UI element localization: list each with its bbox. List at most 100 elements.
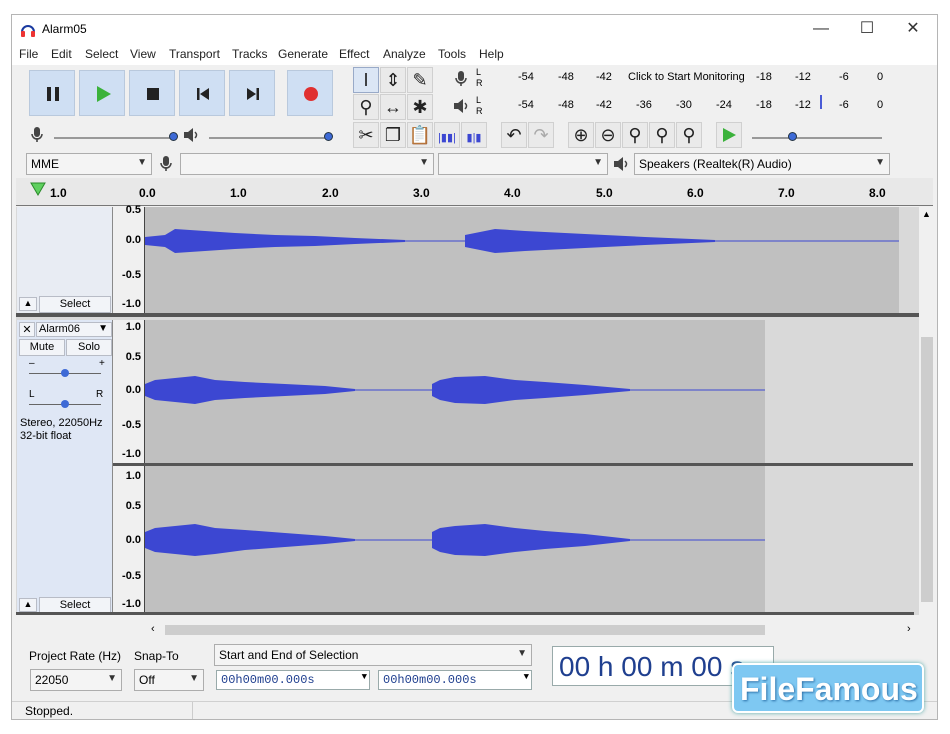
menu-generate[interactable]: Generate: [278, 47, 328, 61]
menu-analyze[interactable]: Analyze: [383, 47, 426, 61]
meter-l-label: L: [476, 67, 482, 77]
collapse-track-button[interactable]: ▲: [19, 598, 37, 612]
record-button[interactable]: [287, 70, 333, 116]
maximize-button[interactable]: ☐: [844, 15, 890, 44]
menu-tools[interactable]: Tools: [438, 47, 466, 61]
play-speed-slider[interactable]: [752, 137, 882, 139]
menu-transport[interactable]: Transport: [169, 47, 220, 61]
redo-button[interactable]: ↷: [528, 122, 554, 148]
zoom-in-button[interactable]: ⊕: [568, 122, 594, 148]
chevron-down-icon: ▼: [107, 673, 117, 684]
scroll-right-icon[interactable]: ›: [907, 623, 911, 635]
horizontal-scrollbar[interactable]: ‹ ›: [145, 622, 920, 638]
scroll-left-icon[interactable]: ‹: [151, 623, 155, 635]
track2-right-waveform[interactable]: [145, 466, 765, 612]
draw-tool[interactable]: ✎: [407, 67, 433, 93]
recording-volume-thumb[interactable]: [169, 132, 178, 141]
chevron-down-icon: ▼: [419, 157, 429, 168]
playback-meter[interactable]: -54 -48 -42 -36 -30 -24 -18 -12 -6 0: [484, 95, 889, 117]
scroll-up-icon[interactable]: ▲: [922, 209, 931, 219]
play-at-speed-button[interactable]: [716, 122, 742, 148]
recording-device-dropdown[interactable]: ▼: [180, 153, 434, 175]
play-speed-thumb[interactable]: [788, 132, 797, 141]
recording-channels-dropdown[interactable]: ▼: [438, 153, 608, 175]
zoom-tool[interactable]: ⚲: [353, 94, 379, 120]
horizontal-scroll-thumb[interactable]: [165, 625, 765, 635]
vertical-scroll-thumb[interactable]: [921, 337, 933, 602]
multi-tool[interactable]: ✱: [407, 94, 433, 120]
undo-button[interactable]: ↶: [501, 122, 527, 148]
skip-to-start-button[interactable]: [179, 70, 225, 116]
pan-left-label: L: [29, 389, 35, 400]
triangle-up-icon: ▲: [23, 298, 33, 308]
track1-control-panel[interactable]: ▲ Select: [17, 207, 113, 314]
menu-help[interactable]: Help: [479, 47, 504, 61]
track2-control-panel[interactable]: ✕ Alarm06 ▼ Mute Solo – + L R Stereo, 22…: [17, 320, 113, 614]
vertical-scrollbar[interactable]: ▲: [919, 207, 935, 615]
double-arrow-icon: ↔: [384, 97, 402, 117]
snap-to-dropdown[interactable]: Off ▼: [134, 669, 204, 691]
track-name-menu[interactable]: Alarm06 ▼: [36, 322, 112, 337]
play-button[interactable]: [79, 70, 125, 116]
menu-effect[interactable]: Effect: [339, 47, 369, 61]
chevron-down-icon: ▼: [98, 323, 108, 334]
play-tick: -30: [676, 99, 692, 111]
record-meter-mic-icon[interactable]: [452, 69, 470, 89]
record-meter[interactable]: -54 -48 -42 Click to Start Monitoring -1…: [484, 67, 889, 89]
menu-select[interactable]: Select: [85, 47, 118, 61]
track1-select-button[interactable]: Select: [39, 296, 111, 313]
menu-file[interactable]: File: [19, 47, 38, 61]
menu-edit[interactable]: Edit: [51, 47, 72, 61]
selection-tool[interactable]: I: [353, 67, 379, 93]
playback-volume-slider[interactable]: [209, 137, 329, 139]
menu-tracks[interactable]: Tracks: [232, 47, 268, 61]
selection-start-time[interactable]: 00h00m00.000s ▼: [216, 670, 370, 690]
scale-label: 0.0: [125, 234, 141, 246]
silence-button[interactable]: ▮|▮: [461, 122, 487, 148]
skip-to-end-button[interactable]: [229, 70, 275, 116]
selection-end-time[interactable]: 00h00m00.000s ▼: [378, 670, 532, 690]
playback-volume-thumb[interactable]: [324, 132, 333, 141]
envelope-tool[interactable]: ⇕: [380, 67, 406, 93]
paste-icon: 📋: [408, 125, 432, 145]
close-track-button[interactable]: ✕: [19, 322, 35, 337]
trim-button[interactable]: |▮▮|: [434, 122, 460, 148]
gain-plus-label: +: [99, 358, 105, 369]
stop-button[interactable]: [129, 70, 175, 116]
playback-device-dropdown[interactable]: Speakers (Realtek(R) Audio) ▼: [634, 153, 890, 175]
click-to-start-monitoring[interactable]: Click to Start Monitoring: [628, 71, 745, 83]
solo-button[interactable]: Solo: [66, 339, 112, 356]
pause-button[interactable]: [29, 70, 75, 116]
zoom-toggle-button[interactable]: ⚲: [676, 122, 702, 148]
pan-slider-thumb[interactable]: [61, 400, 69, 408]
mute-button[interactable]: Mute: [19, 339, 65, 356]
redo-icon: ↷: [533, 125, 549, 145]
selection-mode-dropdown[interactable]: Start and End of Selection ▼: [214, 644, 532, 666]
track2-left-waveform[interactable]: [145, 320, 765, 463]
recording-volume-slider[interactable]: [54, 137, 174, 139]
timeline-ruler[interactable]: 1.0 0.0 1.0 2.0 3.0 4.0 5.0 6.0 7.0 8.0: [16, 178, 933, 206]
watermark-text: FileFamous: [740, 671, 918, 707]
paste-button[interactable]: 📋: [407, 122, 433, 148]
scale-label: -1.0: [122, 448, 141, 460]
close-button[interactable]: ✕: [890, 15, 936, 44]
playback-meter-speaker-icon[interactable]: [452, 96, 472, 116]
audio-host-dropdown[interactable]: MME ▼: [26, 153, 152, 175]
timeshift-tool[interactable]: ↔: [380, 94, 406, 120]
gain-slider-thumb[interactable]: [61, 369, 69, 377]
minimize-button[interactable]: —: [798, 15, 844, 44]
ruler-tick: 6.0: [687, 186, 704, 200]
menu-view[interactable]: View: [130, 47, 156, 61]
audio-host-value: MME: [31, 157, 59, 171]
track1-waveform[interactable]: [145, 207, 899, 314]
cut-button[interactable]: ✂: [353, 122, 379, 148]
pinned-play-head-icon[interactable]: [30, 182, 46, 196]
fit-selection-button[interactable]: ⚲: [622, 122, 648, 148]
zoom-out-button[interactable]: ⊖: [595, 122, 621, 148]
copy-button[interactable]: ❐: [380, 122, 406, 148]
project-rate-dropdown[interactable]: 22050 ▼: [30, 669, 122, 691]
track2-right-wave-svg: [145, 524, 765, 556]
play-icon: [97, 86, 111, 102]
collapse-track-button[interactable]: ▲: [19, 297, 37, 311]
fit-project-button[interactable]: ⚲: [649, 122, 675, 148]
